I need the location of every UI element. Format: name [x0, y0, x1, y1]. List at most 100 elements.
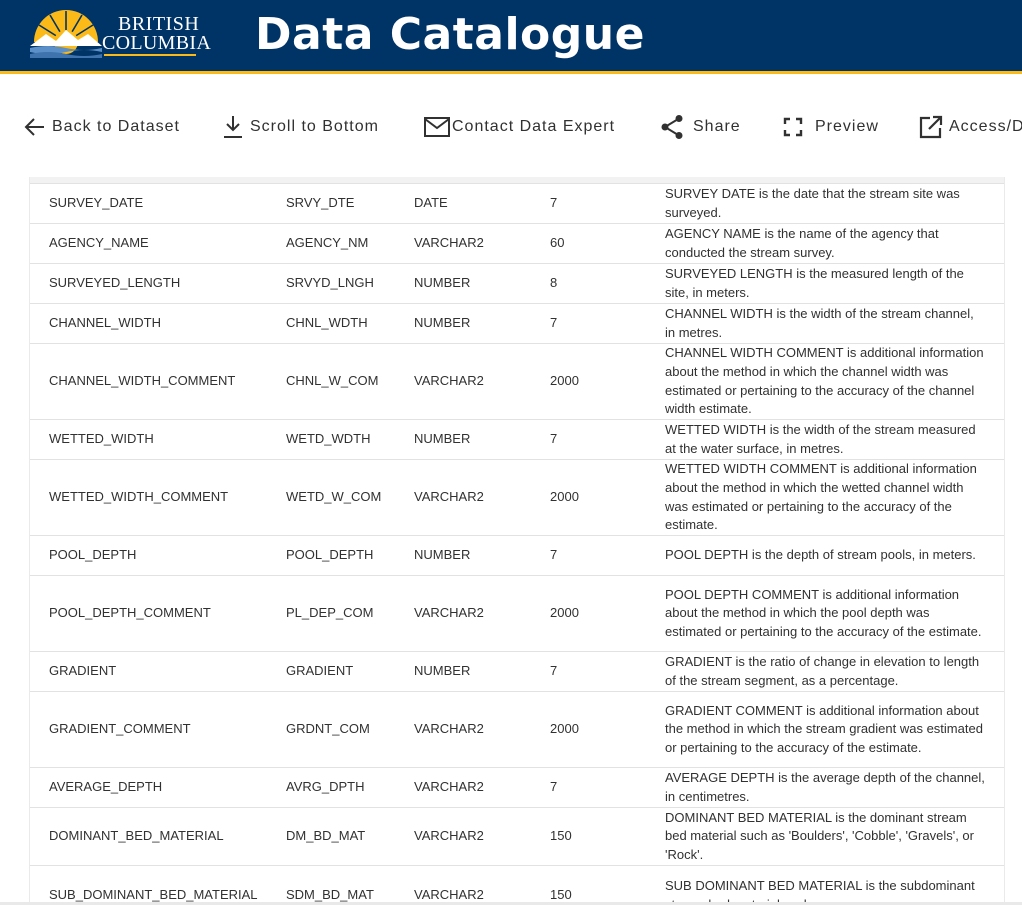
logo-underline	[104, 54, 196, 56]
preview-label: Preview	[815, 118, 879, 135]
description-cell: SURVEYED LENGTH is the measured length o…	[665, 263, 1004, 304]
column-name-cell: GRADIENT_COMMENT	[30, 691, 286, 768]
share-label: Share	[693, 118, 741, 135]
description-cell: WETTED WIDTH COMMENT is additional infor…	[665, 459, 1004, 536]
short-name-cell: SRVYD_LNGH	[286, 263, 414, 304]
short-name-cell: AGENCY_NM	[286, 223, 414, 264]
short-name-cell: SDM_BD_MAT	[286, 865, 414, 905]
scroll-to-bottom-button[interactable]: Scroll to Bottom	[222, 114, 379, 140]
table-row: CHANNEL_WIDTH CHNL_WDTH NUMBER 7 CHANNEL WID…	[30, 303, 1004, 344]
column-name-cell: SURVEY_DATE	[30, 183, 286, 224]
table-row: GRADIENT GRADIENT NUMBER 7 GRADIENT is the r…	[30, 651, 1004, 692]
description-cell: CHANNEL WIDTH is the width of the stream…	[665, 303, 1004, 344]
external-link-icon	[919, 115, 943, 139]
table-row: SURVEY_DATE SRVY_DTE DATE 7 SURVEY DATE is t…	[30, 183, 1004, 224]
data-length-cell: 60	[550, 223, 665, 264]
page-title: Data Catalogue	[255, 9, 645, 60]
data-length-cell: 2000	[550, 691, 665, 768]
data-type-cell: VARCHAR2	[414, 767, 550, 808]
data-type-cell: NUMBER	[414, 263, 550, 304]
short-name-cell: CHNL_W_COM	[286, 343, 414, 420]
description-cell: WETTED WIDTH is the width of the stream …	[665, 419, 1004, 460]
table-row: POOL_DEPTH POOL_DEPTH NUMBER 7 POOL DEPTH is…	[30, 535, 1004, 576]
data-type-cell: VARCHAR2	[414, 343, 550, 420]
data-length-cell: 2000	[550, 575, 665, 652]
data-length-cell: 150	[550, 807, 665, 866]
site-header: BRITISH COLUMBIA Data Catalogue	[0, 0, 1022, 74]
back-to-dataset-label: Back to Dataset	[52, 118, 180, 135]
column-name-cell: DOMINANT_BED_MATERIAL	[30, 807, 286, 866]
description-cell: SUB DOMINANT BED MATERIAL is the subdomi…	[665, 865, 1004, 905]
short-name-cell: POOL_DEPTH	[286, 535, 414, 576]
table-row: CHANNEL_WIDTH_COMMENT CHNL_W_COM VARCHAR2 2…	[30, 343, 1004, 420]
data-length-cell: 2000	[550, 459, 665, 536]
arrow-left-icon	[24, 118, 44, 136]
table-row: SURVEYED_LENGTH SRVYD_LNGH NUMBER 8 SURVEYED…	[30, 263, 1004, 304]
back-to-dataset-button[interactable]: Back to Dataset	[24, 114, 180, 140]
description-cell: POOL DEPTH is the depth of stream pools,…	[665, 535, 1004, 576]
bc-gov-logo[interactable]: BRITISH COLUMBIA	[30, 8, 211, 60]
share-button[interactable]: Share	[660, 114, 741, 140]
description-cell: CHANNEL WIDTH COMMENT is additional info…	[665, 343, 1004, 420]
data-length-cell: 7	[550, 419, 665, 460]
table-row: POOL_DEPTH_COMMENT PL_DEP_COM VARCHAR2 2000…	[30, 575, 1004, 652]
data-type-cell: NUMBER	[414, 535, 550, 576]
column-name-cell: WETTED_WIDTH_COMMENT	[30, 459, 286, 536]
short-name-cell: DM_BD_MAT	[286, 807, 414, 866]
data-length-cell: 7	[550, 535, 665, 576]
table-row: AVERAGE_DEPTH AVRG_DPTH VARCHAR2 7 AVERAGE D…	[30, 767, 1004, 808]
data-length-cell: 150	[550, 865, 665, 905]
contact-data-expert-button[interactable]: Contact Data Expert	[424, 114, 615, 140]
data-type-cell: VARCHAR2	[414, 223, 550, 264]
data-type-cell: DATE	[414, 183, 550, 224]
access-download-button[interactable]: Access/Download	[919, 114, 1022, 140]
data-type-cell: NUMBER	[414, 651, 550, 692]
column-name-cell: AVERAGE_DEPTH	[30, 767, 286, 808]
table-row: SUB_DOMINANT_BED_MATERIAL SDM_BD_MAT VARCH…	[30, 865, 1004, 905]
access-download-label: Access/Download	[949, 118, 1022, 135]
description-cell: GRADIENT is the ratio of change in eleva…	[665, 651, 1004, 692]
data-type-cell: VARCHAR2	[414, 459, 550, 536]
fullscreen-icon	[783, 117, 803, 137]
column-name-cell: WETTED_WIDTH	[30, 419, 286, 460]
bc-sun-mountain-icon	[30, 10, 102, 58]
description-cell: POOL DEPTH COMMENT is additional informa…	[665, 575, 1004, 652]
data-length-cell: 7	[550, 651, 665, 692]
table-body: SURVEY_DATE SRVY_DTE DATE 7 SURVEY DATE is t…	[30, 183, 1004, 905]
data-length-cell: 7	[550, 183, 665, 224]
preview-button[interactable]: Preview	[783, 114, 879, 140]
short-name-cell: SRVY_DTE	[286, 183, 414, 224]
contact-data-expert-label: Contact Data Expert	[452, 118, 616, 135]
short-name-cell: GRADIENT	[286, 651, 414, 692]
short-name-cell: GRDNT_COM	[286, 691, 414, 768]
data-type-cell: VARCHAR2	[414, 807, 550, 866]
data-type-cell: VARCHAR2	[414, 865, 550, 905]
data-type-cell: NUMBER	[414, 303, 550, 344]
column-name-cell: GRADIENT	[30, 651, 286, 692]
description-cell: DOMINANT BED MATERIAL is the dominant st…	[665, 807, 1004, 866]
column-name-cell: AGENCY_NAME	[30, 223, 286, 264]
short-name-cell: WETD_WDTH	[286, 419, 414, 460]
data-length-cell: 8	[550, 263, 665, 304]
download-arrow-icon	[224, 116, 242, 138]
table-row: AGENCY_NAME AGENCY_NM VARCHAR2 60 AGENCY NAM…	[30, 223, 1004, 264]
data-dictionary-table[interactable]: SURVEY_DATE SRVY_DTE DATE 7 SURVEY DATE is t…	[29, 177, 1005, 905]
column-name-cell: POOL_DEPTH	[30, 535, 286, 576]
table-row: DOMINANT_BED_MATERIAL DM_BD_MAT VARCHAR2 15…	[30, 807, 1004, 866]
data-type-cell: NUMBER	[414, 419, 550, 460]
short-name-cell: AVRG_DPTH	[286, 767, 414, 808]
description-cell: SURVEY DATE is the date that the stream …	[665, 183, 1004, 224]
data-length-cell: 7	[550, 303, 665, 344]
data-length-cell: 2000	[550, 343, 665, 420]
table-row: WETTED_WIDTH_COMMENT WETD_W_COM VARCHAR2 20…	[30, 459, 1004, 536]
description-cell: AVERAGE DEPTH is the average depth of th…	[665, 767, 1004, 808]
short-name-cell: PL_DEP_COM	[286, 575, 414, 652]
data-length-cell: 7	[550, 767, 665, 808]
short-name-cell: CHNL_WDTH	[286, 303, 414, 344]
data-type-cell: VARCHAR2	[414, 575, 550, 652]
description-cell: AGENCY NAME is the name of the agency th…	[665, 223, 1004, 264]
table-row: WETTED_WIDTH WETD_WDTH NUMBER 7 WETTED WIDTH…	[30, 419, 1004, 460]
mail-icon	[424, 117, 450, 137]
column-name-cell: SURVEYED_LENGTH	[30, 263, 286, 304]
column-name-cell: POOL_DEPTH_COMMENT	[30, 575, 286, 652]
